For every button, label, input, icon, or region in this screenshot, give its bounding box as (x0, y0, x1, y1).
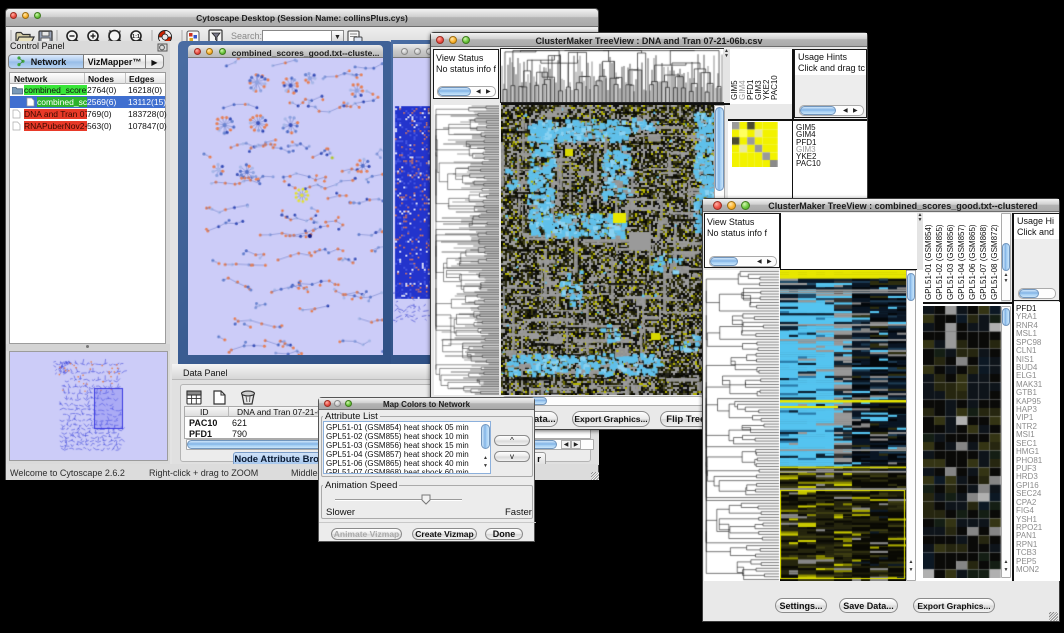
svg-text:1:1: 1:1 (132, 34, 140, 40)
svg-text:Search:: Search: (231, 31, 262, 41)
